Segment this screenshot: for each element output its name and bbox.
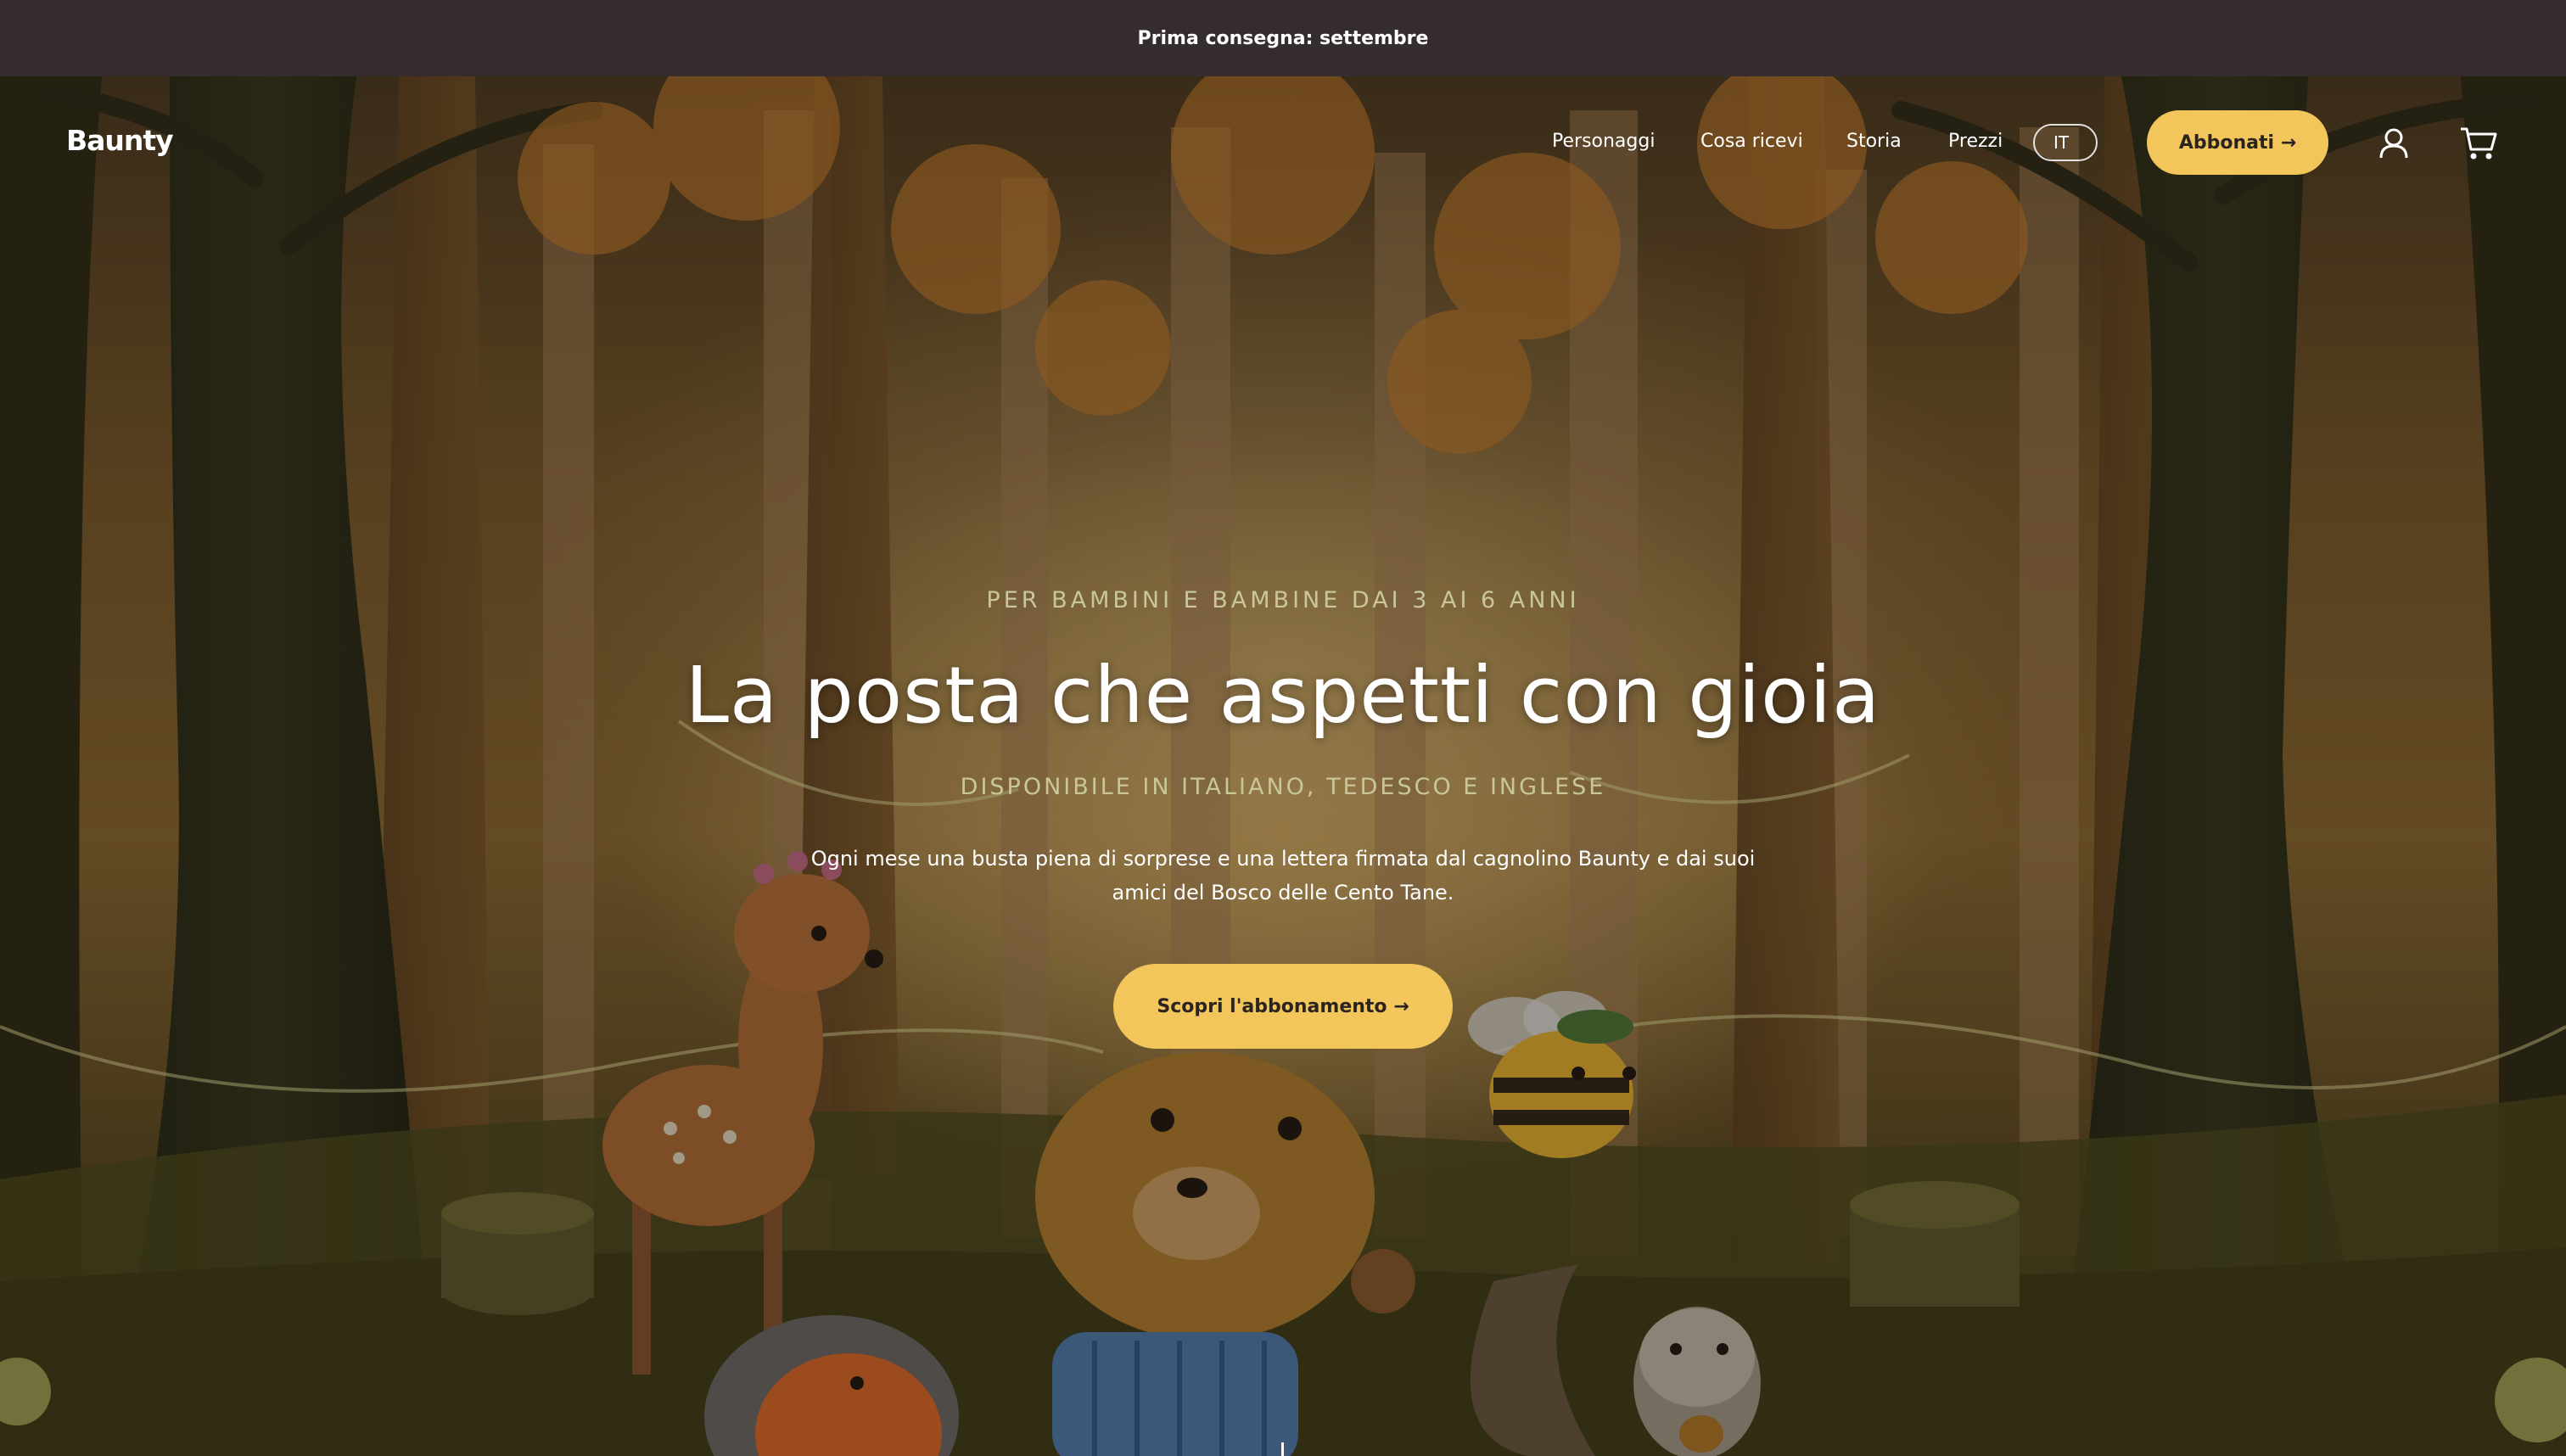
nav-link-cosa-ricevi[interactable]: Cosa ricevi	[1700, 131, 1803, 152]
hero-background	[0, 76, 2566, 1456]
cart-icon	[2461, 127, 2497, 160]
announcement-text: Prima consegna: settembre	[1137, 27, 1429, 49]
language-label: IT	[2053, 132, 2070, 153]
account-button[interactable]	[2378, 127, 2410, 160]
subscribe-button[interactable]: Abbonati →	[2147, 110, 2328, 175]
site-header: Baunty Personaggi Cosa ricevi Storia Pre…	[0, 76, 2566, 209]
nav-link-personaggi[interactable]: Personaggi	[1552, 131, 1655, 152]
language-selector[interactable]: IT	[2033, 124, 2098, 161]
user-icon	[2379, 128, 2408, 159]
brand-logo[interactable]: Baunty	[66, 124, 174, 157]
discover-subscription-button[interactable]: Scopri l'abbonamento →	[1113, 964, 1453, 1049]
nav-link-storia[interactable]: Storia	[1846, 131, 1902, 152]
nav-link-prezzi[interactable]: Prezzi	[1948, 131, 2003, 152]
cart-button[interactable]	[2459, 126, 2498, 161]
forest-illustration	[0, 76, 2566, 1456]
discover-subscription-label: Scopri l'abbonamento →	[1157, 995, 1409, 1017]
announcement-bar: Prima consegna: settembre	[0, 0, 2566, 76]
subscribe-button-label: Abbonati →	[2178, 132, 2297, 154]
